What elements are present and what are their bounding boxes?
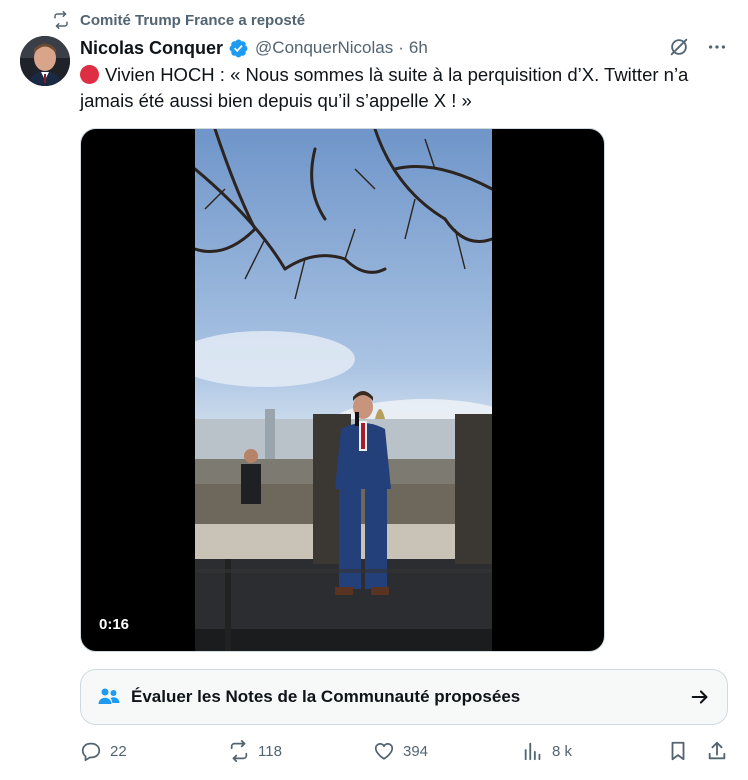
- video-frame: [195, 129, 492, 651]
- author-handle[interactable]: @ConquerNicolas: [255, 38, 393, 58]
- avatar[interactable]: [20, 36, 70, 86]
- repost-count: 118: [258, 742, 282, 760]
- grok-icon[interactable]: [668, 36, 690, 58]
- heart-icon: [374, 743, 394, 760]
- share-button[interactable]: [706, 740, 728, 762]
- tweet-header: Nicolas Conquer @ConquerNicolas · 6h: [80, 36, 734, 60]
- share-icon: [708, 741, 726, 760]
- verified-badge-icon: [229, 39, 248, 57]
- more-icon[interactable]: [706, 36, 728, 58]
- author-name[interactable]: Nicolas Conquer: [80, 38, 223, 59]
- reply-count: 22: [110, 742, 127, 760]
- bookmark-button[interactable]: [667, 740, 689, 762]
- people-icon: [98, 688, 120, 704]
- repost-banner-text: Comité Trump France a reposté: [80, 11, 306, 29]
- separator-dot: ·: [398, 38, 404, 57]
- tweet-time[interactable]: 6h: [409, 38, 428, 58]
- views-icon: [524, 742, 541, 761]
- reply-button[interactable]: 22: [80, 740, 127, 762]
- repost-icon: [54, 11, 68, 29]
- community-notes-button[interactable]: Évaluer les Notes de la Communauté propo…: [80, 669, 728, 725]
- reply-icon: [81, 742, 101, 762]
- repost-button[interactable]: 118: [228, 740, 282, 762]
- like-button[interactable]: 394: [373, 740, 428, 762]
- community-notes-label: Évaluer les Notes de la Communauté propo…: [131, 687, 521, 706]
- like-count: 394: [403, 742, 429, 760]
- bookmark-icon: [671, 741, 685, 761]
- red-circle-emoji: [80, 65, 99, 84]
- action-bar: 22 118 394 8 k: [80, 740, 730, 766]
- repost-icon: [230, 740, 248, 762]
- video-duration: 0:16: [99, 616, 130, 633]
- arrow-right-icon: [691, 690, 708, 704]
- views-count: 8 k: [552, 742, 573, 760]
- tweet-body: Vivien HOCH : « Nous sommes là suite à l…: [80, 64, 689, 111]
- views-button[interactable]: 8 k: [522, 740, 572, 762]
- tweet-text: Vivien HOCH : « Nous sommes là suite à l…: [80, 62, 730, 114]
- repost-banner[interactable]: Comité Trump France a reposté: [52, 10, 305, 30]
- video-player[interactable]: 0:16: [80, 128, 605, 652]
